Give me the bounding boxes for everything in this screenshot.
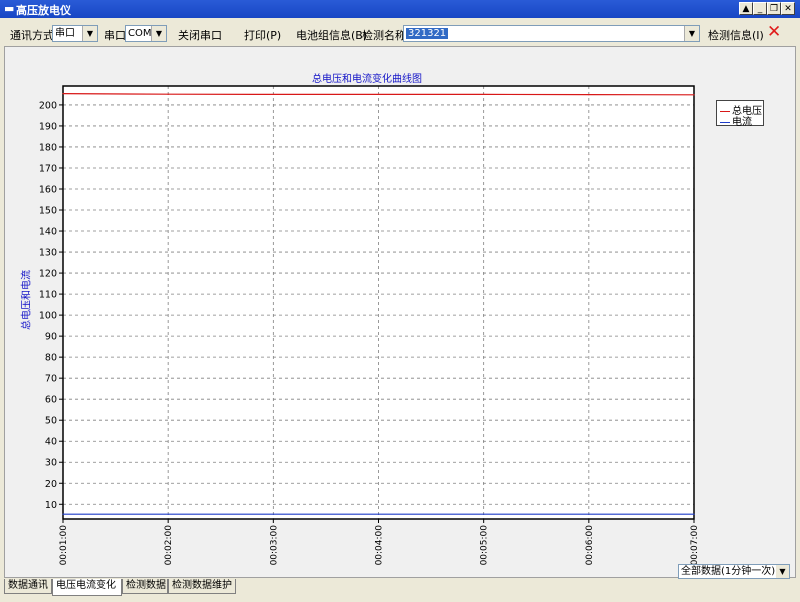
y-tick-label: 80	[45, 353, 57, 364]
data-point	[693, 94, 695, 96]
y-tick-label: 180	[39, 142, 57, 153]
data-point	[272, 513, 274, 515]
data-point	[483, 93, 485, 96]
data-point	[693, 513, 695, 515]
data-range-select[interactable]: 全部数据(1分钟一次) ▼	[678, 564, 790, 579]
x-tick-label: 00:07:00	[690, 525, 700, 566]
y-tick-label: 30	[45, 458, 57, 469]
data-point	[272, 93, 274, 96]
y-tick-label: 50	[45, 416, 57, 427]
y-tick-label: 20	[45, 479, 57, 490]
data-point	[483, 513, 485, 515]
tab-voltage-current[interactable]: 电压电流变化	[52, 579, 122, 596]
data-range-value: 全部数据(1分钟一次)	[681, 566, 776, 577]
y-tick-label: 140	[39, 227, 57, 238]
chart-legend: 总电压 电流	[716, 100, 764, 128]
tab-test-data-maintenance[interactable]: 检测数据维护	[168, 579, 236, 594]
x-tick-label: 00:01:00	[59, 525, 69, 566]
y-tick-label: 190	[39, 121, 57, 132]
data-point	[62, 92, 64, 95]
y-tick-label: 150	[39, 206, 57, 217]
data-point	[62, 513, 64, 515]
y-tick-label: 110	[39, 290, 57, 301]
y-tick-label: 170	[39, 163, 57, 174]
x-tick-label: 00:04:00	[375, 525, 385, 566]
legend-swatch	[720, 110, 730, 112]
y-tick-label: 100	[39, 311, 57, 322]
data-point	[377, 513, 380, 515]
y-tick-label: 160	[39, 184, 57, 195]
x-tick-label: 00:03:00	[269, 525, 279, 566]
tab-data-comm[interactable]: 数据通讯	[4, 579, 52, 594]
data-point	[167, 513, 169, 515]
y-tick-label: 60	[45, 395, 57, 406]
y-tick-label: 70	[45, 374, 57, 385]
chart-plot: 10 20 30 40 50 60 70 80 90 100 110 120 130 140 150 160 1…	[39, 85, 700, 566]
y-tick-label: 200	[39, 100, 57, 111]
chevron-down-icon[interactable]: ▼	[776, 565, 789, 578]
x-tick-label: 00:05:00	[480, 525, 490, 566]
legend-swatch	[720, 121, 730, 123]
data-point	[167, 93, 169, 95]
legend-item-current: 电流	[720, 113, 752, 128]
y-tick-label: 120	[39, 269, 57, 280]
data-point	[588, 513, 590, 515]
data-point	[588, 94, 590, 96]
y-tick-label: 40	[45, 437, 57, 448]
x-tick-label: 00:06:00	[585, 525, 595, 566]
legend-label: 电流	[732, 117, 752, 128]
data-point	[377, 93, 380, 96]
x-tick-label: 00:02:00	[164, 525, 174, 566]
y-tick-label: 10	[45, 500, 57, 511]
y-tick-label: 130	[39, 248, 57, 259]
y-tick-label: 90	[45, 332, 57, 343]
tab-test-data[interactable]: 检测数据	[122, 579, 168, 594]
